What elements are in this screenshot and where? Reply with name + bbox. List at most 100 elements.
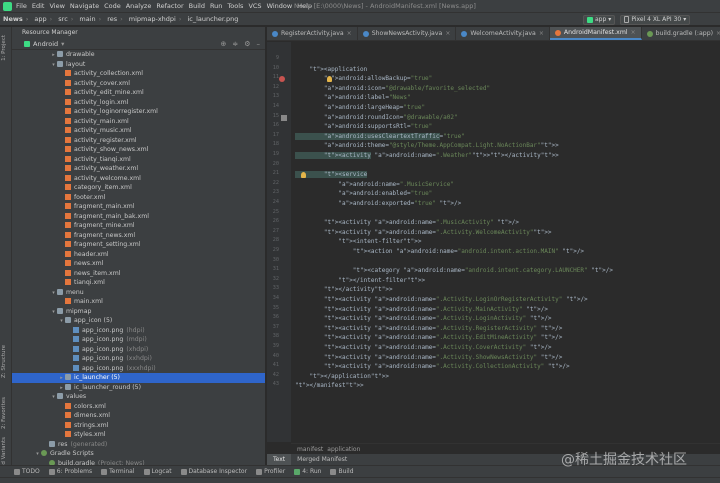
close-icon[interactable]: ×: [716, 30, 720, 37]
tree-file[interactable]: ▾ Gradle Scripts: [12, 449, 265, 459]
device-select[interactable]: Pixel 4 XL API 30 ▾: [620, 14, 691, 25]
close-icon[interactable]: ×: [347, 30, 352, 37]
tree-file[interactable]: activity_edit_mine.xml: [12, 88, 265, 98]
code-line[interactable]: "a">android:roundIcon="@drawable/a02": [295, 113, 458, 123]
bottom-tool-button[interactable]: 4: Run: [294, 468, 321, 475]
code-line[interactable]: "t"><activity "a">android:name=".Activit…: [295, 343, 552, 353]
tree-folder[interactable]: ▸ drawable: [12, 50, 265, 60]
code-line[interactable]: "a">android:supportsRtl="true": [295, 122, 432, 132]
gear-icon[interactable]: ⚙: [244, 40, 250, 48]
menu-item-7[interactable]: Build: [189, 2, 205, 10]
code-line[interactable]: "a">android:label="News": [295, 93, 411, 103]
editor-breadcrumb-item[interactable]: manifest: [297, 446, 323, 453]
editor-tab[interactable]: WelcomeActivity.java ×: [456, 27, 550, 40]
tree-file[interactable]: styles.xml: [12, 430, 265, 440]
code-line[interactable]: "a">android:allowBackup="true": [295, 74, 432, 84]
editor-tab[interactable]: RegisterActivity.java ×: [267, 27, 358, 40]
code-line[interactable]: "a">android:usesCleartextTraffic="true": [295, 132, 465, 142]
tree-file[interactable]: fragment_news.xml: [12, 231, 265, 241]
breadcrumb-item[interactable]: ic_launcher.png: [184, 15, 241, 23]
menu-item-3[interactable]: Navigate: [70, 2, 99, 10]
tree-file[interactable]: activity_main.xml: [12, 117, 265, 127]
tree-file[interactable]: colors.xml: [12, 402, 265, 412]
tree-file[interactable]: fragment_setting.xml: [12, 240, 265, 250]
tree-file[interactable]: news_item.xml: [12, 269, 265, 279]
tree-file[interactable]: activity_loginorregister.xml: [12, 107, 265, 117]
code-line[interactable]: "t"><activity "a">android:name=".Activit…: [295, 324, 562, 334]
tree-file[interactable]: dimens.xml: [12, 411, 265, 421]
tree-folder[interactable]: ▾ values: [12, 392, 265, 402]
editor-tab[interactable]: ShowNewsActivity.java ×: [358, 27, 457, 40]
code-line[interactable]: "a">android:largeHeap="true": [295, 103, 425, 113]
tree-folder[interactable]: ▸ ic_launcher_round (5): [12, 383, 265, 393]
menu-item-1[interactable]: Edit: [32, 2, 45, 10]
bottom-tool-button[interactable]: 6: Problems: [48, 468, 92, 475]
tree-folder[interactable]: ▾ layout: [12, 60, 265, 70]
lightbulb-icon[interactable]: [327, 76, 332, 83]
code-line[interactable]: "a">android:enabled="true": [295, 189, 432, 199]
breadcrumb-item[interactable]: res ›: [104, 15, 126, 23]
code-line[interactable]: "t"><activity "a">android:name=".Activit…: [295, 362, 570, 372]
tree-file[interactable]: activity_show_news.xml: [12, 145, 265, 155]
favorites-tool-tab[interactable]: 2: Favorites: [1, 397, 7, 429]
bottom-tool-button[interactable]: Logcat: [143, 468, 172, 475]
tree-file[interactable]: activity_welcome.xml: [12, 174, 265, 184]
menu-item-0[interactable]: File: [16, 2, 27, 10]
bottom-tool-button[interactable]: Database Inspector: [180, 468, 247, 475]
breakpoint-icon[interactable]: [279, 76, 285, 83]
code-line[interactable]: "t"><activity "a">android:name=".Activit…: [295, 353, 562, 363]
tree-file[interactable]: header.xml: [12, 250, 265, 260]
bottom-tool-button[interactable]: Terminal: [101, 468, 135, 475]
tree-file[interactable]: activity_tianqi.xml: [12, 155, 265, 165]
locate-icon[interactable]: ⊕: [220, 40, 226, 48]
code-line[interactable]: "t"><activity "a">android:name=".Activit…: [295, 295, 588, 305]
tree-folder[interactable]: ▾ app_icon (5): [12, 316, 265, 326]
tree-folder[interactable]: ▸ ic_launcher (5): [12, 373, 265, 383]
code-line[interactable]: "t"><intent-filter"t">>: [295, 237, 421, 247]
menu-item-2[interactable]: View: [49, 2, 64, 10]
tree-file[interactable]: app_icon.png (mdpi): [12, 335, 265, 345]
close-icon[interactable]: ×: [631, 29, 636, 36]
menu-item-11[interactable]: Window: [267, 2, 293, 10]
collapse-all-icon[interactable]: ≑: [232, 40, 238, 48]
menu-item-10[interactable]: VCS: [248, 2, 261, 10]
editor-tab[interactable]: build.gradle (:app)×: [642, 27, 720, 40]
tree-file[interactable]: activity_login.xml: [12, 98, 265, 108]
editor-tab[interactable]: AndroidManifest.xml ×: [549, 27, 642, 40]
resource-manager-label[interactable]: Resource Manager: [22, 29, 78, 36]
menu-item-8[interactable]: Run: [210, 2, 222, 10]
breadcrumb-item[interactable]: News ›: [0, 15, 31, 23]
project-tool-tab[interactable]: 1: Project: [1, 35, 7, 61]
bottom-tool-button[interactable]: Build: [330, 468, 354, 475]
bottom-tool-button[interactable]: TODO: [14, 468, 40, 475]
code-line[interactable]: "t"><activity "a">android:name=".Activit…: [295, 314, 552, 324]
code-editor[interactable]: "t"><application "a">android:allowBackup…: [291, 42, 720, 442]
tree-file[interactable]: fragment_main_bak.xml: [12, 212, 265, 222]
tree-file[interactable]: tianqi.xml: [12, 278, 265, 288]
editor-breadcrumb-item[interactable]: application: [327, 446, 360, 453]
code-line[interactable]: "t"><activity "a">android:name=".MusicAc…: [295, 218, 519, 228]
tree-file[interactable]: app_icon.png (xxhdpi): [12, 354, 265, 364]
manifest-view-tab[interactable]: Merged Manifest: [291, 454, 353, 465]
lightbulb-icon[interactable]: [301, 172, 306, 179]
code-line[interactable]: "t"><application: [295, 65, 367, 75]
code-line[interactable]: "t"><activity "a">android:name=".Weather…: [295, 151, 559, 161]
code-line[interactable]: "t"></application"t">>: [295, 372, 389, 382]
breadcrumb-item[interactable]: mipmap-xhdpi ›: [126, 15, 185, 23]
tree-file[interactable]: fragment_mine.xml: [12, 221, 265, 231]
tree-file[interactable]: app_icon.png (xhdpi): [12, 345, 265, 355]
code-line[interactable]: "t"><activity "a">android:name=".Activit…: [295, 333, 562, 343]
tree-folder[interactable]: res (generated): [12, 440, 265, 450]
tree-file[interactable]: activity_register.xml: [12, 136, 265, 146]
breadcrumb-item[interactable]: src ›: [55, 15, 76, 23]
code-line[interactable]: "a">android:theme="@style/Theme.AppCompa…: [295, 141, 559, 151]
tree-file[interactable]: activity_music.xml: [12, 126, 265, 136]
bottom-tool-button[interactable]: Profiler: [256, 468, 285, 475]
close-icon[interactable]: ×: [445, 30, 450, 37]
breadcrumb-item[interactable]: main ›: [76, 15, 104, 23]
breadcrumb-item[interactable]: app ›: [31, 15, 55, 23]
tree-folder[interactable]: ▾ mipmap: [12, 307, 265, 317]
tree-file[interactable]: app_icon.png (xxxhdpi): [12, 364, 265, 374]
code-line[interactable]: "t"></manifest"t">>: [295, 381, 364, 391]
code-line[interactable]: "a">android:exported="true" "t">/>: [295, 199, 461, 209]
